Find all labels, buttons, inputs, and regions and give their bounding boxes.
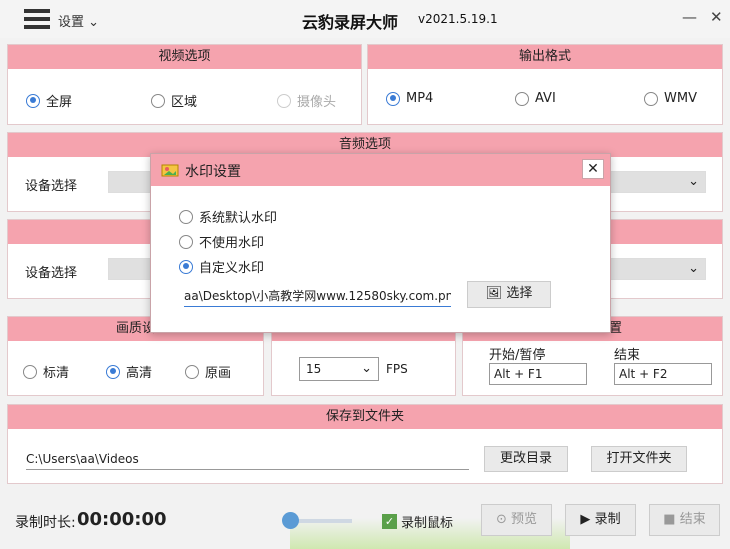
radio-icon — [23, 364, 37, 379]
record-label: 录制 — [594, 512, 621, 527]
duration-value: 00:00:00 — [77, 509, 167, 530]
chevron-down-icon: ⌄ — [688, 174, 699, 189]
region-radio[interactable]: 区域 — [151, 91, 197, 110]
save-path-input[interactable]: C:\Users\aa\Videos — [26, 452, 469, 470]
record-mouse-checkbox[interactable]: ✓ 录制鼠标 — [382, 512, 453, 531]
checkbox-checked-icon: ✓ — [382, 514, 397, 529]
no-watermark-radio[interactable]: 不使用水印 — [179, 232, 264, 251]
radio-icon — [644, 91, 658, 106]
fullscreen-radio[interactable]: 全屏 — [26, 91, 72, 110]
play-circle-icon: ⊙ — [495, 512, 507, 527]
stop-icon: ■ — [663, 512, 676, 527]
save-folder-title: 保存到文件夹 — [8, 405, 722, 429]
volume-slider-thumb[interactable] — [282, 512, 299, 529]
radio-checked-icon — [106, 364, 120, 379]
minimize-icon[interactable]: — — [682, 8, 697, 26]
preview-button[interactable]: ⊙ 预览 — [481, 504, 552, 536]
start-pause-label: 开始/暂停 — [489, 348, 546, 363]
radio-icon — [179, 234, 193, 249]
fps-label: FPS — [386, 362, 408, 376]
output-format-title: 输出格式 — [368, 45, 722, 69]
watermark-dialog-title: 水印设置 — [185, 164, 241, 180]
end-hotkey-input[interactable]: Alt + F2 — [614, 363, 712, 385]
radio-icon — [151, 93, 165, 108]
record-button[interactable]: ▶ 录制 — [565, 504, 636, 536]
duration-label: 录制时长: — [15, 515, 76, 531]
stop-button[interactable]: ■ 结束 — [649, 504, 720, 536]
start-pause-hotkey-input[interactable]: Alt + F1 — [489, 363, 587, 385]
wmv-label: WMV — [664, 91, 697, 106]
camera-radio: 摄像头 — [277, 91, 336, 110]
default-watermark-radio[interactable]: 系统默认水印 — [179, 207, 277, 226]
chevron-down-icon: ⌄ — [688, 261, 699, 276]
volume-slider-track[interactable] — [290, 519, 352, 523]
end-label: 结束 — [614, 348, 641, 363]
watermark-icon — [161, 162, 179, 178]
settings-menu[interactable]: 设置 ⌄ — [58, 11, 99, 30]
menu-icon[interactable] — [24, 9, 50, 29]
radio-icon — [515, 91, 529, 106]
preview-label: 预览 — [511, 512, 538, 527]
avi-radio[interactable]: AVI — [515, 91, 556, 106]
audio-device-label: 设备选择 — [25, 179, 78, 194]
watermark-dialog: 水印设置 ✕ 系统默认水印 不使用水印 自定义水印 aa\Desktop\小高教… — [150, 153, 611, 333]
region-label: 区域 — [171, 95, 198, 110]
radio-icon — [179, 209, 193, 224]
radio-checked-icon — [179, 259, 193, 274]
radio-checked-icon — [26, 93, 40, 108]
close-icon[interactable]: ✕ — [710, 8, 723, 26]
high-quality-radio[interactable]: 高清 — [106, 362, 152, 381]
radio-icon — [277, 93, 291, 108]
camera-label: 摄像头 — [297, 95, 337, 110]
mp4-radio[interactable]: MP4 — [386, 91, 433, 106]
play-icon: ▶ — [580, 512, 591, 527]
choose-watermark-button[interactable]: 🖼 选择 — [467, 281, 551, 308]
fullscreen-label: 全屏 — [46, 95, 73, 110]
default-watermark-label: 系统默认水印 — [199, 211, 278, 226]
save-folder-panel: 保存到文件夹 C:\Users\aa\Videos 更改目录 打开文件夹 — [7, 404, 723, 484]
watermark-dialog-header: 水印设置 ✕ — [151, 154, 610, 186]
standard-label: 标清 — [43, 366, 70, 381]
open-folder-button[interactable]: 打开文件夹 — [591, 446, 687, 472]
watermark-path-input[interactable]: aa\Desktop\小高教学网www.12580sky.com.png — [184, 287, 451, 307]
change-directory-button[interactable]: 更改目录 — [484, 446, 568, 472]
custom-watermark-radio[interactable]: 自定义水印 — [179, 257, 264, 276]
framerate-select[interactable]: 15 ⌄ — [299, 357, 379, 381]
title-bar: 设置 ⌄ 云豹录屏大师 v2021.5.19.1 — ✕ — [0, 0, 730, 38]
custom-watermark-label: 自定义水印 — [199, 261, 265, 276]
output-format-panel: 输出格式 MP4 AVI WMV — [367, 44, 723, 125]
record-mouse-label: 录制鼠标 — [401, 516, 454, 531]
standard-quality-radio[interactable]: 标清 — [23, 362, 69, 381]
original-quality-radio[interactable]: 原画 — [185, 362, 231, 381]
chevron-down-icon: ⌄ — [361, 361, 372, 376]
chevron-down-icon: ⌄ — [88, 15, 100, 30]
video-device-label: 设备选择 — [25, 266, 78, 281]
wmv-radio[interactable]: WMV — [644, 91, 697, 106]
high-label: 高清 — [126, 366, 153, 381]
original-label: 原画 — [205, 366, 232, 381]
choose-label: 选择 — [506, 286, 533, 301]
avi-label: AVI — [535, 91, 556, 106]
stop-label: 结束 — [679, 512, 706, 527]
framerate-value: 15 — [306, 362, 322, 376]
mp4-label: MP4 — [406, 91, 434, 106]
image-icon: 🖼 — [485, 286, 503, 301]
close-icon[interactable]: ✕ — [582, 159, 604, 179]
no-watermark-label: 不使用水印 — [199, 236, 265, 251]
video-options-title: 视频选项 — [8, 45, 361, 69]
app-version: v2021.5.19.1 — [418, 12, 498, 26]
video-options-panel: 视频选项 全屏 区域 摄像头 — [7, 44, 362, 125]
radio-checked-icon — [386, 91, 400, 106]
settings-label: 设置 — [58, 15, 85, 30]
radio-icon — [185, 364, 199, 379]
app-title: 云豹录屏大师 — [302, 13, 399, 32]
